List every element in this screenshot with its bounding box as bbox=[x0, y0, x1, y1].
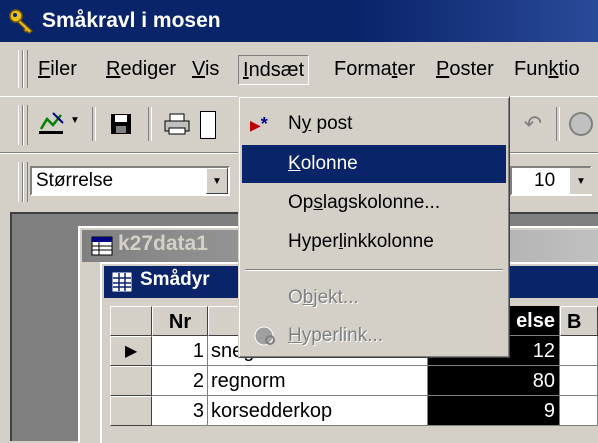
menu-item-objekt[interactable]: Objekt... bbox=[242, 279, 506, 317]
print-button[interactable] bbox=[160, 107, 194, 141]
row-selector[interactable] bbox=[110, 366, 152, 396]
undo-icon: ↶ bbox=[523, 111, 543, 136]
menu-item-kolonne[interactable]: Kolonne bbox=[242, 145, 506, 183]
hyperlink-icon bbox=[254, 326, 276, 346]
row-selector-current[interactable]: ▶ bbox=[110, 336, 152, 366]
print-preview-icon[interactable] bbox=[200, 111, 216, 139]
table-row-cell-name[interactable]: regnorm bbox=[208, 366, 428, 396]
menu-poster[interactable]: Poster bbox=[432, 55, 498, 83]
toolbar-separator bbox=[92, 107, 96, 141]
menu-funktioner[interactable]: Funktio bbox=[510, 55, 584, 83]
chevron-down-icon[interactable]: ▼ bbox=[206, 168, 228, 194]
row-selector[interactable] bbox=[110, 396, 152, 426]
table-icon bbox=[112, 272, 132, 292]
table-row-cell-value[interactable]: 80 bbox=[428, 366, 560, 396]
toolbar-separator bbox=[556, 107, 560, 141]
table-row-cell-nr[interactable]: 1 bbox=[152, 336, 208, 366]
table-row-cell-extra[interactable] bbox=[560, 336, 598, 366]
menu-item-hyperlink[interactable]: Hyperlink... bbox=[242, 317, 506, 355]
menu-indsaet[interactable]: Indsæt bbox=[238, 55, 310, 85]
menu-vis[interactable]: Vis bbox=[188, 55, 223, 83]
formatbar-grip-2[interactable] bbox=[23, 162, 28, 202]
globe-icon bbox=[569, 112, 593, 136]
toolbar-grip-2[interactable] bbox=[23, 105, 28, 145]
print-icon bbox=[164, 113, 190, 135]
save-icon bbox=[111, 114, 131, 134]
menu-filer[interactable]: Filer bbox=[34, 55, 81, 83]
menu-item-hyperlinkkolonne[interactable]: Hyperlinkkolonne bbox=[242, 223, 506, 261]
database-window-title: k27data1 bbox=[118, 232, 208, 255]
current-record-arrow-icon: ▶ bbox=[125, 343, 138, 360]
menu-bar: Filer Rediger Vis Indsæt Formater Poster… bbox=[0, 42, 598, 97]
design-view-icon bbox=[39, 112, 64, 134]
database-icon bbox=[91, 236, 113, 256]
menu-formater[interactable]: Formater bbox=[330, 55, 419, 83]
menubar-grip-2[interactable] bbox=[23, 50, 28, 88]
menu-rediger[interactable]: Rediger bbox=[102, 55, 180, 83]
window-title: Småkravl i mosen bbox=[42, 9, 221, 32]
save-button[interactable] bbox=[104, 107, 138, 141]
menu-separator bbox=[245, 269, 503, 271]
access-key-icon bbox=[9, 9, 33, 34]
table-row-cell-extra[interactable] bbox=[560, 366, 598, 396]
column-header-nr[interactable]: Nr bbox=[152, 306, 208, 336]
font-size-value: 10 bbox=[534, 170, 556, 191]
insert-object-button[interactable] bbox=[564, 107, 598, 141]
table-row-cell-nr[interactable]: 3 bbox=[152, 396, 208, 426]
table-row-cell-extra[interactable] bbox=[560, 396, 598, 426]
column-header-next[interactable]: B bbox=[560, 306, 598, 336]
insert-menu-dropdown: ▶* Ny post Kolonne Opslagskolonne... Hyp… bbox=[238, 96, 510, 358]
chevron-down-icon[interactable]: ▼ bbox=[570, 168, 592, 194]
view-dropdown-arrow-icon[interactable]: ▼ bbox=[70, 115, 80, 126]
new-record-icon: ▶* bbox=[250, 114, 268, 134]
menu-item-new-record[interactable]: ▶* Ny post bbox=[242, 105, 506, 143]
field-combo-value: Størrelse bbox=[36, 170, 114, 191]
app-title-bar[interactable]: Småkravl i mosen bbox=[0, 0, 598, 42]
field-combo[interactable]: Størrelse ▼ bbox=[30, 166, 230, 196]
toolbar-separator bbox=[148, 107, 152, 141]
table-row-cell-value[interactable]: 9 bbox=[428, 396, 560, 426]
font-size-combo[interactable]: 10 ▼ bbox=[510, 166, 592, 196]
table-row-cell-nr[interactable]: 2 bbox=[152, 366, 208, 396]
menu-item-opslagskolonne[interactable]: Opslagskolonne... bbox=[242, 184, 506, 222]
undo-button[interactable]: ↶ bbox=[516, 107, 550, 141]
corner-selector[interactable] bbox=[110, 306, 152, 336]
design-view-button[interactable] bbox=[34, 107, 68, 141]
table-window-title: Smådyr bbox=[140, 269, 210, 290]
table-row-cell-name[interactable]: korsedderkop bbox=[208, 396, 428, 426]
